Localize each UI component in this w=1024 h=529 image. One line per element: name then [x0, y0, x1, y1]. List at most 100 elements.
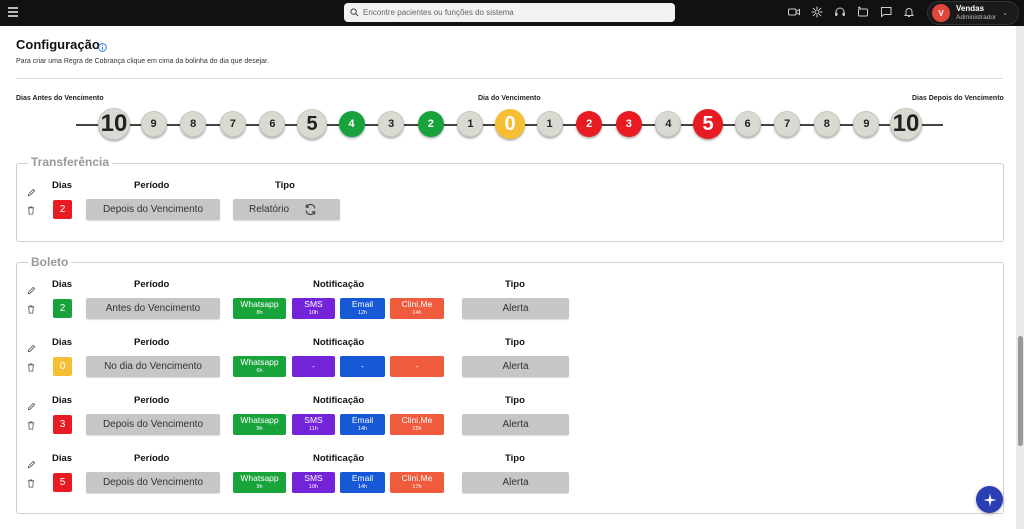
periodo-field[interactable]: No dia do Vencimento	[86, 356, 220, 377]
header-notificacao: Notificação	[313, 453, 365, 464]
notification-label: Clini.Me	[401, 472, 433, 483]
header-periodo: Período	[134, 453, 170, 464]
bell-icon[interactable]	[903, 5, 915, 19]
day-circle[interactable]: 5	[693, 109, 723, 139]
sparkle-icon	[983, 493, 996, 506]
user-menu[interactable]: V Vendas Administrador ⌄	[927, 1, 1019, 25]
hamburger-menu-icon[interactable]	[8, 7, 18, 19]
notification-time: 10h	[308, 483, 319, 490]
notification-time: 15h	[412, 425, 422, 432]
trash-icon[interactable]	[27, 475, 35, 493]
periodo-field[interactable]: Depois do Vencimento	[86, 199, 220, 220]
edit-icon[interactable]	[27, 456, 36, 474]
tipo-field[interactable]: Alerta	[462, 356, 569, 377]
day-circle[interactable]: 2	[576, 111, 603, 137]
header-dias: Dias	[52, 279, 73, 290]
refresh-icon[interactable]	[304, 203, 317, 216]
tipo-field[interactable]: Alerta	[462, 472, 569, 493]
tipo-field[interactable]: Alerta	[462, 298, 569, 319]
headset-icon[interactable]	[834, 5, 846, 19]
notification-chip[interactable]: Email 14h	[340, 472, 385, 493]
trash-icon[interactable]	[27, 301, 35, 319]
day-circle[interactable]: 10	[98, 108, 130, 140]
day-circle[interactable]: 0	[495, 109, 525, 139]
message-icon[interactable]	[857, 5, 869, 19]
notification-chip[interactable]: Email 12h	[340, 298, 385, 319]
notification-chip[interactable]: Clini.Me 14h	[390, 298, 444, 319]
notification-chip[interactable]: Email 14h	[340, 414, 385, 435]
edit-icon[interactable]	[27, 340, 36, 358]
day-circle[interactable]: 9	[140, 111, 167, 137]
notification-label: SMS	[304, 298, 323, 309]
header-notificacao: Notificação	[313, 395, 365, 406]
edit-icon[interactable]	[27, 398, 36, 416]
notification-label: Whatsapp	[240, 472, 279, 483]
trash-icon[interactable]	[27, 202, 35, 220]
notification-time: 14h	[357, 425, 368, 432]
periodo-field[interactable]: Antes do Vencimento	[86, 298, 220, 319]
header-dias: Dias	[52, 395, 73, 406]
top-bar: V Vendas Administrador ⌄	[0, 0, 1024, 26]
day-circle[interactable]: 4	[338, 111, 365, 137]
day-badge: 2	[53, 299, 72, 318]
day-circle[interactable]: 8	[813, 111, 840, 137]
notification-label: Whatsapp	[240, 414, 279, 425]
assistant-fab-button[interactable]	[976, 486, 1003, 513]
notification-chip[interactable]: Clini.Me 15h	[390, 414, 444, 435]
notification-chip[interactable]: Whatsapp 9h	[233, 414, 286, 435]
day-circle[interactable]: 10	[890, 108, 922, 140]
periodo-field[interactable]: Depois do Vencimento	[86, 414, 220, 435]
page-subtitle: Para criar uma Regra de Cobrança clique …	[16, 58, 269, 65]
notification-chip[interactable]: -	[390, 356, 444, 377]
chat-icon[interactable]	[880, 5, 892, 19]
notification-label: Email	[351, 298, 374, 309]
notification-label: Clini.Me	[401, 298, 433, 309]
info-icon[interactable]	[98, 39, 107, 57]
notification-time: 9h	[256, 425, 263, 432]
day-circle[interactable]: 5	[297, 109, 327, 139]
notification-time: 10h	[308, 309, 319, 316]
search-box[interactable]	[344, 3, 675, 22]
edit-icon[interactable]	[27, 184, 36, 202]
day-circle[interactable]: 3	[378, 111, 405, 137]
day-circle[interactable]: 8	[180, 111, 207, 137]
header-tipo: Tipo	[505, 453, 525, 464]
day-circle[interactable]: 3	[615, 111, 642, 137]
day-circle[interactable]: 7	[774, 111, 801, 137]
day-circle[interactable]: 7	[219, 111, 246, 137]
search-input[interactable]	[363, 8, 663, 17]
trash-icon[interactable]	[27, 417, 35, 435]
notification-chip[interactable]: -	[292, 356, 335, 377]
notification-chip[interactable]: Whatsapp 9h	[233, 472, 286, 493]
settings-icon[interactable]	[811, 5, 823, 19]
notification-chip[interactable]: Clini.Me 17h	[390, 472, 444, 493]
notification-chip[interactable]: SMS 10h	[292, 472, 335, 493]
notification-label: Whatsapp	[240, 298, 279, 309]
notification-label: Email	[351, 414, 374, 425]
trash-icon[interactable]	[27, 359, 35, 377]
day-circle[interactable]: 1	[536, 111, 563, 137]
tipo-field[interactable]: Alerta	[462, 414, 569, 435]
edit-icon[interactable]	[27, 282, 36, 300]
scrollbar[interactable]	[1016, 26, 1024, 529]
notification-chip[interactable]: SMS 11h	[292, 414, 335, 435]
header-tipo: Tipo	[505, 279, 525, 290]
tipo-label: Relatório	[249, 204, 290, 215]
boleto-title: Boleto	[28, 255, 72, 269]
notification-chip[interactable]: Whatsapp 6h	[233, 356, 286, 377]
notification-chip[interactable]: -	[340, 356, 385, 377]
notification-label: -	[361, 361, 364, 371]
day-circle[interactable]: 2	[417, 111, 444, 137]
label-days-after: Dias Depois do Vencimento	[912, 95, 1004, 102]
video-icon[interactable]	[788, 5, 800, 19]
notification-chip[interactable]: Whatsapp 8h	[233, 298, 286, 319]
tipo-field[interactable]: Relatório	[233, 199, 340, 220]
label-due-day: Dia do Vencimento	[478, 95, 541, 102]
notification-chip[interactable]: SMS 10h	[292, 298, 335, 319]
avatar: V	[932, 4, 950, 22]
day-circle[interactable]: 6	[734, 111, 761, 137]
header-dias: Dias	[52, 453, 73, 464]
periodo-field[interactable]: Depois do Vencimento	[86, 472, 220, 493]
scrollbar-thumb[interactable]	[1018, 336, 1023, 446]
header-periodo: Período	[134, 180, 170, 191]
